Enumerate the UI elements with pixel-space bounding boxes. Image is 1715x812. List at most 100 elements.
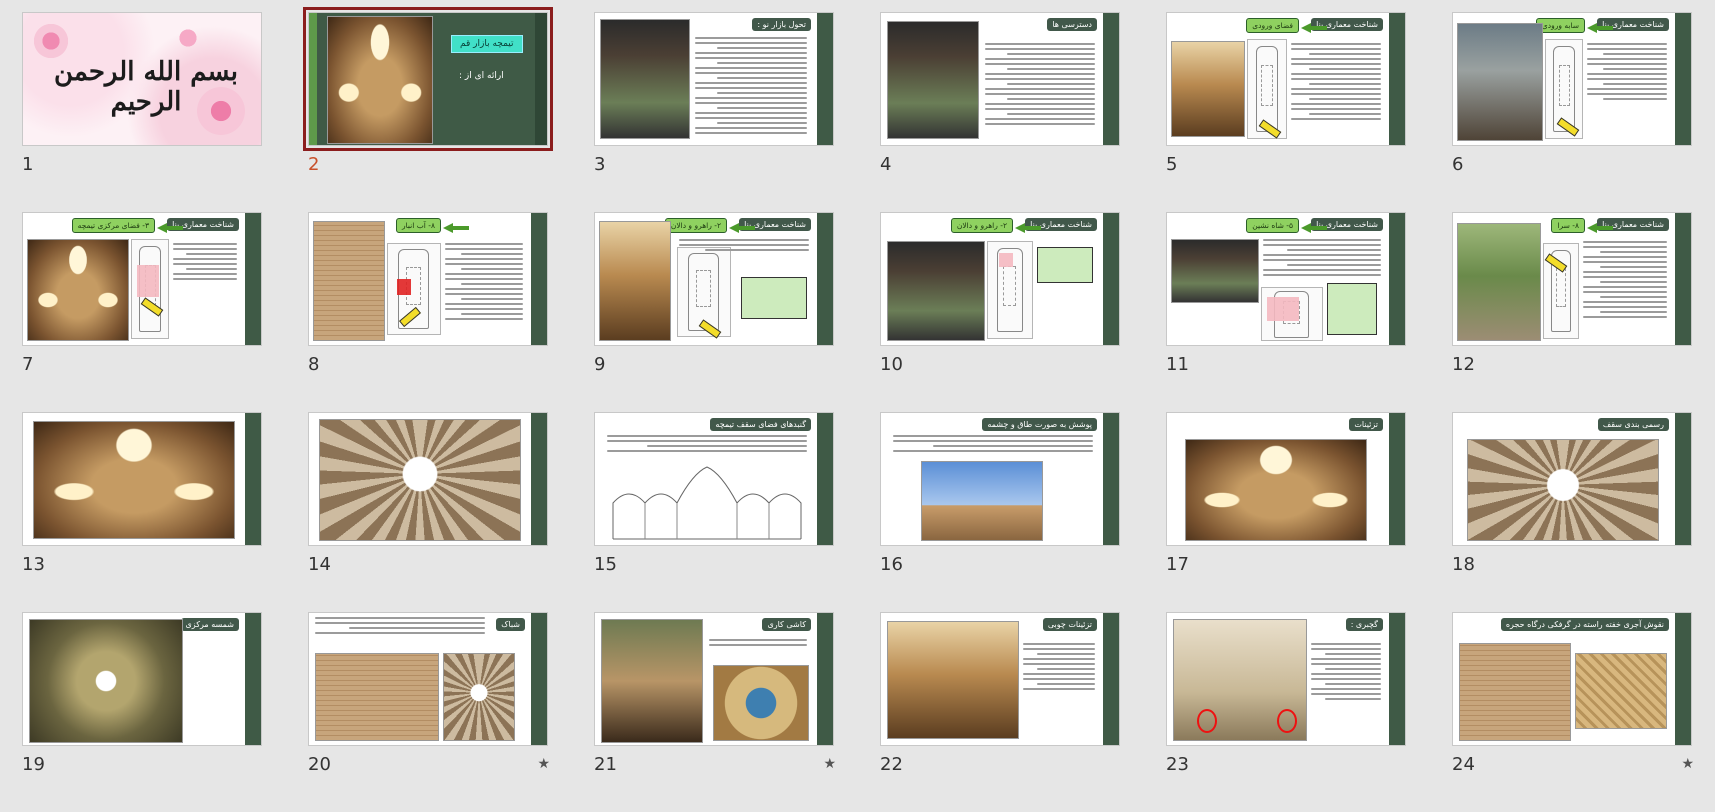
slide-number: 10 — [880, 354, 903, 375]
highlight-circle — [1277, 709, 1297, 733]
slide-number: 12 — [1452, 354, 1475, 375]
slide-number: 11 — [1166, 354, 1189, 375]
central-space-photo — [27, 239, 129, 341]
slide-thumbnail-1[interactable]: بسم الله الرحمن الرحیم 1 — [22, 12, 264, 212]
slide-preview: پوشش به صورت طاق و چشمه — [880, 412, 1120, 546]
note-box — [1037, 247, 1093, 283]
slide-number: 5 — [1166, 154, 1178, 175]
body-text — [1587, 43, 1667, 103]
body-text — [1583, 241, 1667, 321]
slide-title: شمسه مرکزی — [180, 618, 239, 631]
section-label: ۳- فضای مرکزی تیمچه — [71, 218, 155, 233]
cistern-photo — [313, 221, 385, 341]
slide-thumbnail-6[interactable]: شناخت معماری بنا سابه ورودی 6 — [1452, 12, 1694, 212]
slide-thumbnail-5[interactable]: شناخت معماری بنا فضای ورودی 5 — [1166, 12, 1408, 212]
body-text — [445, 243, 523, 323]
slide-preview: شناخت معماری بنا ۵- شاه نشین — [1166, 212, 1406, 346]
note-box — [1327, 283, 1377, 335]
slide-thumbnail-9[interactable]: شناخت معماری بنا ۲- راهرو و دالان 9 — [594, 212, 836, 412]
section-label: ۲- راهرو و دالان — [664, 218, 727, 233]
slide-thumbnail-22[interactable]: تزئینات چوبی 22 — [880, 612, 1122, 812]
slide-title: تزئینات چوبی — [1042, 618, 1097, 631]
arrow-icon — [157, 223, 167, 233]
slide-preview — [22, 412, 262, 546]
slide-preview: تیمچه بازار قم ارائه ای از : — [303, 7, 553, 151]
slide-thumbnail-19[interactable]: شمسه مرکزی 19 — [22, 612, 264, 812]
section-label: فضای ورودی — [1246, 18, 1299, 33]
ornament-photo — [1185, 439, 1367, 541]
body-text — [1311, 643, 1381, 703]
slide-number: 17 — [1166, 554, 1189, 575]
slide-title: دسترسی ها — [1047, 18, 1097, 31]
brick-pattern-photo — [1575, 653, 1667, 729]
slide-preview: شناخت معماری بنا فضای ورودی — [1166, 12, 1406, 146]
dome-ceiling-photo — [319, 419, 521, 541]
arrow-icon — [1301, 223, 1311, 233]
slide-preview: شمسه مرکزی — [22, 612, 262, 746]
note-box — [741, 277, 807, 319]
courtyard-photo — [1457, 223, 1541, 341]
slide-number: 6 — [1452, 154, 1464, 175]
floor-plan — [387, 243, 441, 335]
slide-preview — [308, 412, 548, 546]
slide-thumbnail-18[interactable]: رسمی بندی سقف 18 — [1452, 412, 1694, 612]
section-drawing — [612, 466, 802, 540]
slide-thumbnail-21[interactable]: کاشی کاری 21 ★ — [594, 612, 836, 812]
slide-preview: تحول بازار نو : — [594, 12, 834, 146]
slide-title: شباک — [496, 618, 525, 631]
section-label: ۵- شاه نشین — [1246, 218, 1299, 233]
slide-thumbnail-20[interactable]: شباک 20 ★ — [308, 612, 550, 812]
slide-preview: شناخت معماری بنا ۲- راهرو و دالان — [880, 212, 1120, 346]
slide-number: 4 — [880, 154, 892, 175]
slide-thumbnail-11[interactable]: شناخت معماری بنا ۵- شاه نشین 11 — [1166, 212, 1408, 412]
slide-thumbnail-8[interactable]: ۸- آب انبار 8 — [308, 212, 550, 412]
rooftop-domes-photo — [921, 461, 1043, 541]
corridor-photo — [1457, 23, 1543, 141]
slide-preview: شباک — [308, 612, 548, 746]
slide-preview: شناخت معماری بنا ۳- فضای مرکزی تیمچه — [22, 212, 262, 346]
body-text — [1291, 43, 1381, 123]
body-text — [709, 639, 807, 649]
flower-decoration — [173, 23, 203, 53]
slide-preview: شناخت معماری بنا ۸- سرا — [1452, 212, 1692, 346]
arrow-icon — [1301, 23, 1311, 33]
body-text — [1263, 239, 1381, 279]
entrance-photo — [887, 21, 979, 139]
slide-number: 3 — [594, 154, 606, 175]
slide-thumbnail-10[interactable]: شناخت معماری بنا ۲- راهرو و دالان 10 — [880, 212, 1122, 412]
muqarnas-ceiling-photo — [1467, 439, 1659, 541]
arrow-icon — [1015, 223, 1025, 233]
passage-photo — [887, 241, 985, 341]
slide-title: رسمی بندی سقف — [1597, 418, 1669, 431]
slide-preview: رسمی بندی سقف — [1452, 412, 1692, 546]
slide-title: نقوش آجری خفته راسته در گرفکی درگاه حجره — [1500, 618, 1669, 631]
slide-thumbnail-14[interactable]: 14 — [308, 412, 550, 612]
slide-preview: شناخت معماری بنا ۲- راهرو و دالان — [594, 212, 834, 346]
slide-thumbnail-17[interactable]: تزئینات 17 — [1166, 412, 1408, 612]
slide-number: 18 — [1452, 554, 1475, 575]
arrow-icon — [443, 223, 453, 233]
slide-thumbnail-16[interactable]: پوشش به صورت طاق و چشمه 16 — [880, 412, 1122, 612]
wooden-decoration-photo — [887, 621, 1019, 739]
slide-thumbnail-7[interactable]: شناخت معماری بنا ۳- فضای مرکزی تیمچه 7 — [22, 212, 264, 412]
slide-number: 9 — [594, 354, 606, 375]
slide-thumbnail-15[interactable]: گنبدهای فضای سقف تیمچه 15 — [594, 412, 836, 612]
slide-thumbnail-13[interactable]: 13 — [22, 412, 264, 612]
slide-subtitle: ارائه ای از : — [459, 71, 504, 81]
slide-thumbnail-3[interactable]: تحول بازار نو : 3 — [594, 12, 836, 212]
arrow-icon — [729, 223, 739, 233]
slide-thumbnail-12[interactable]: شناخت معماری بنا ۸- سرا 12 — [1452, 212, 1694, 412]
slide-preview: بسم الله الرحمن الرحیم — [22, 12, 262, 146]
slide-thumbnail-24[interactable]: نقوش آجری خفته راسته در گرفکی درگاه حجره… — [1452, 612, 1694, 812]
section-label: سابه ورودی — [1535, 18, 1585, 33]
slide-number: 16 — [880, 554, 903, 575]
slide-thumbnail-4[interactable]: دسترسی ها 4 — [880, 12, 1122, 212]
slide-title: پوشش به صورت طاق و چشمه — [982, 418, 1097, 431]
slide-thumbnail-23[interactable]: گچبری : 23 — [1166, 612, 1408, 812]
section-label: ۲- راهرو و دالان — [950, 218, 1013, 233]
body-text — [173, 243, 237, 283]
slide-number: 21 — [594, 754, 617, 775]
slide-thumbnail-2[interactable]: تیمچه بازار قم ارائه ای از : 2 — [303, 7, 553, 212]
animation-star-icon: ★ — [823, 756, 836, 772]
alcove-photo — [1171, 239, 1259, 303]
